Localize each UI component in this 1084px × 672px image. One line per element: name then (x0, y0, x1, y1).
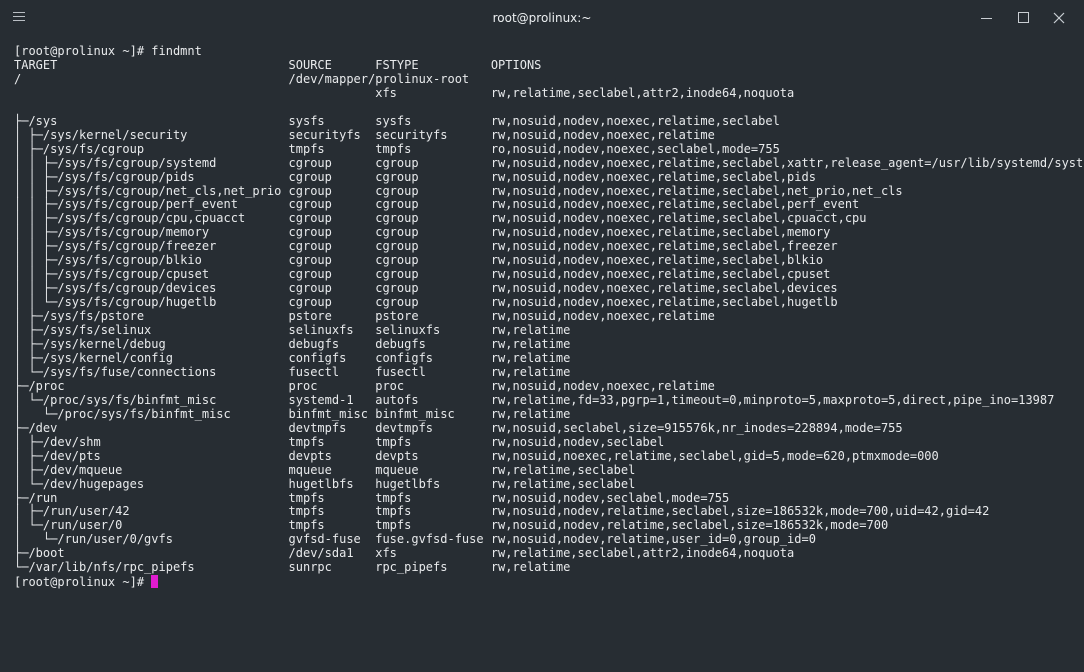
terminal-line: ├─/sys sysfs sysfs rw,nosuid,nodev,noexe… (14, 113, 780, 128)
terminal-line: ├─/proc proc proc rw,nosuid,nodev,noexec… (14, 378, 715, 393)
terminal-window: root@prolinux:~ [root@prolinux ~]# findm… (0, 0, 1084, 672)
terminal-output[interactable]: [root@prolinux ~]# findmnt TARGET SOURCE … (14, 44, 1084, 672)
close-button[interactable] (1046, 7, 1072, 29)
terminal-line: │ │ ├─/sys/fs/cgroup/pids cgroup cgroup … (14, 169, 816, 184)
terminal-line: └─/var/lib/nfs/rpc_pipefs sunrpc rpc_pip… (14, 560, 571, 575)
title-bar: root@prolinux:~ (0, 0, 1084, 38)
terminal-line: │ ├─/sys/kernel/debug debugfs debugfs rw… (14, 337, 571, 352)
prompt-line: [root@prolinux ~]# (14, 575, 1078, 589)
terminal-line: TARGET SOURCE FSTYPE OPTIONS (14, 57, 542, 72)
terminal-line: │ └─/dev/hugepages hugetlbfs hugetlbfs r… (14, 476, 636, 491)
terminal-line: │ ├─/dev/pts devpts devpts rw,nosuid,noe… (14, 448, 939, 463)
terminal-line: / /dev/mapper/prolinux-root (14, 71, 470, 86)
terminal-line: │ ├─/sys/fs/selinux selinuxfs selinuxfs … (14, 323, 571, 338)
prompt-text: [root@prolinux ~]# (14, 575, 152, 590)
terminal-line: │ ├─/sys/fs/cgroup tmpfs tmpfs ro,nosuid… (14, 141, 780, 156)
terminal-line: ├─/dev devtmpfs devtmpfs rw,nosuid,secla… (14, 420, 903, 435)
text-cursor (151, 575, 159, 589)
terminal-line: xfs rw,relatime,seclabel,attr2,inode64,n… (14, 85, 795, 100)
terminal-line: │ └─/proc/sys/fs/binfmt_misc binfmt_misc… (14, 406, 571, 421)
maximize-button[interactable] (1010, 7, 1036, 29)
terminal-line: │ └─/proc/sys/fs/binfmt_misc systemd-1 a… (14, 392, 1055, 407)
terminal-line: │ ├─/sys/kernel/security securityfs secu… (14, 127, 715, 142)
terminal-line: [root@prolinux ~]# findmnt (14, 44, 202, 58)
window-title: root@prolinux:~ (492, 11, 592, 25)
terminal-line: │ │ ├─/sys/fs/cgroup/systemd cgroup cgro… (14, 155, 1084, 170)
minimize-button[interactable] (973, 7, 999, 29)
terminal-line: │ ├─/sys/kernel/config configfs configfs… (14, 350, 571, 365)
terminal-line: │ └─/sys/fs/fuse/connections fusectl fus… (14, 364, 571, 379)
close-icon (1053, 12, 1065, 24)
terminal-line: │ ├─/dev/shm tmpfs tmpfs rw,nosuid,nodev… (14, 434, 665, 449)
terminal-line: │ ├─/sys/fs/pstore pstore pstore rw,nosu… (14, 309, 715, 324)
terminal-line: │ ├─/dev/mqueue mqueue mqueue rw,relatim… (14, 462, 636, 477)
